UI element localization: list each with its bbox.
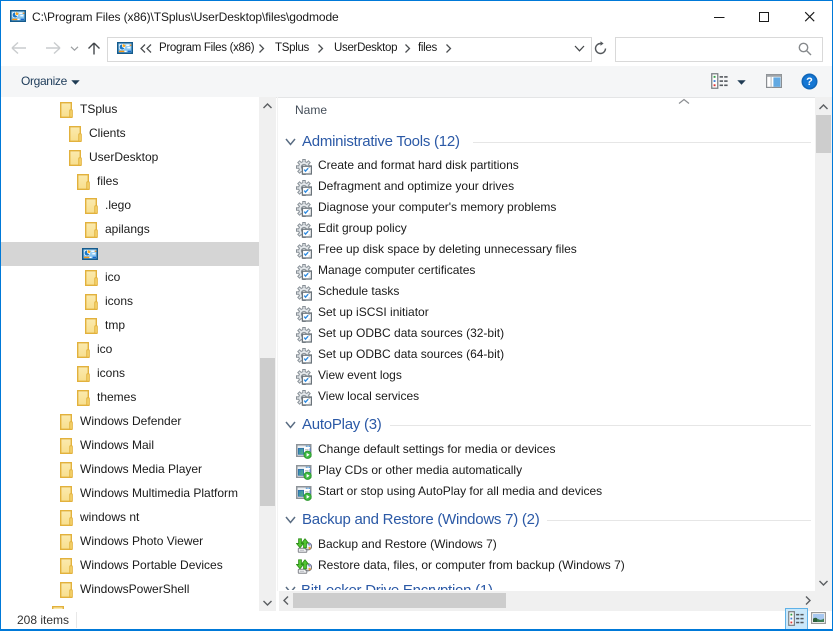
svg-text:?: ? xyxy=(806,76,813,88)
